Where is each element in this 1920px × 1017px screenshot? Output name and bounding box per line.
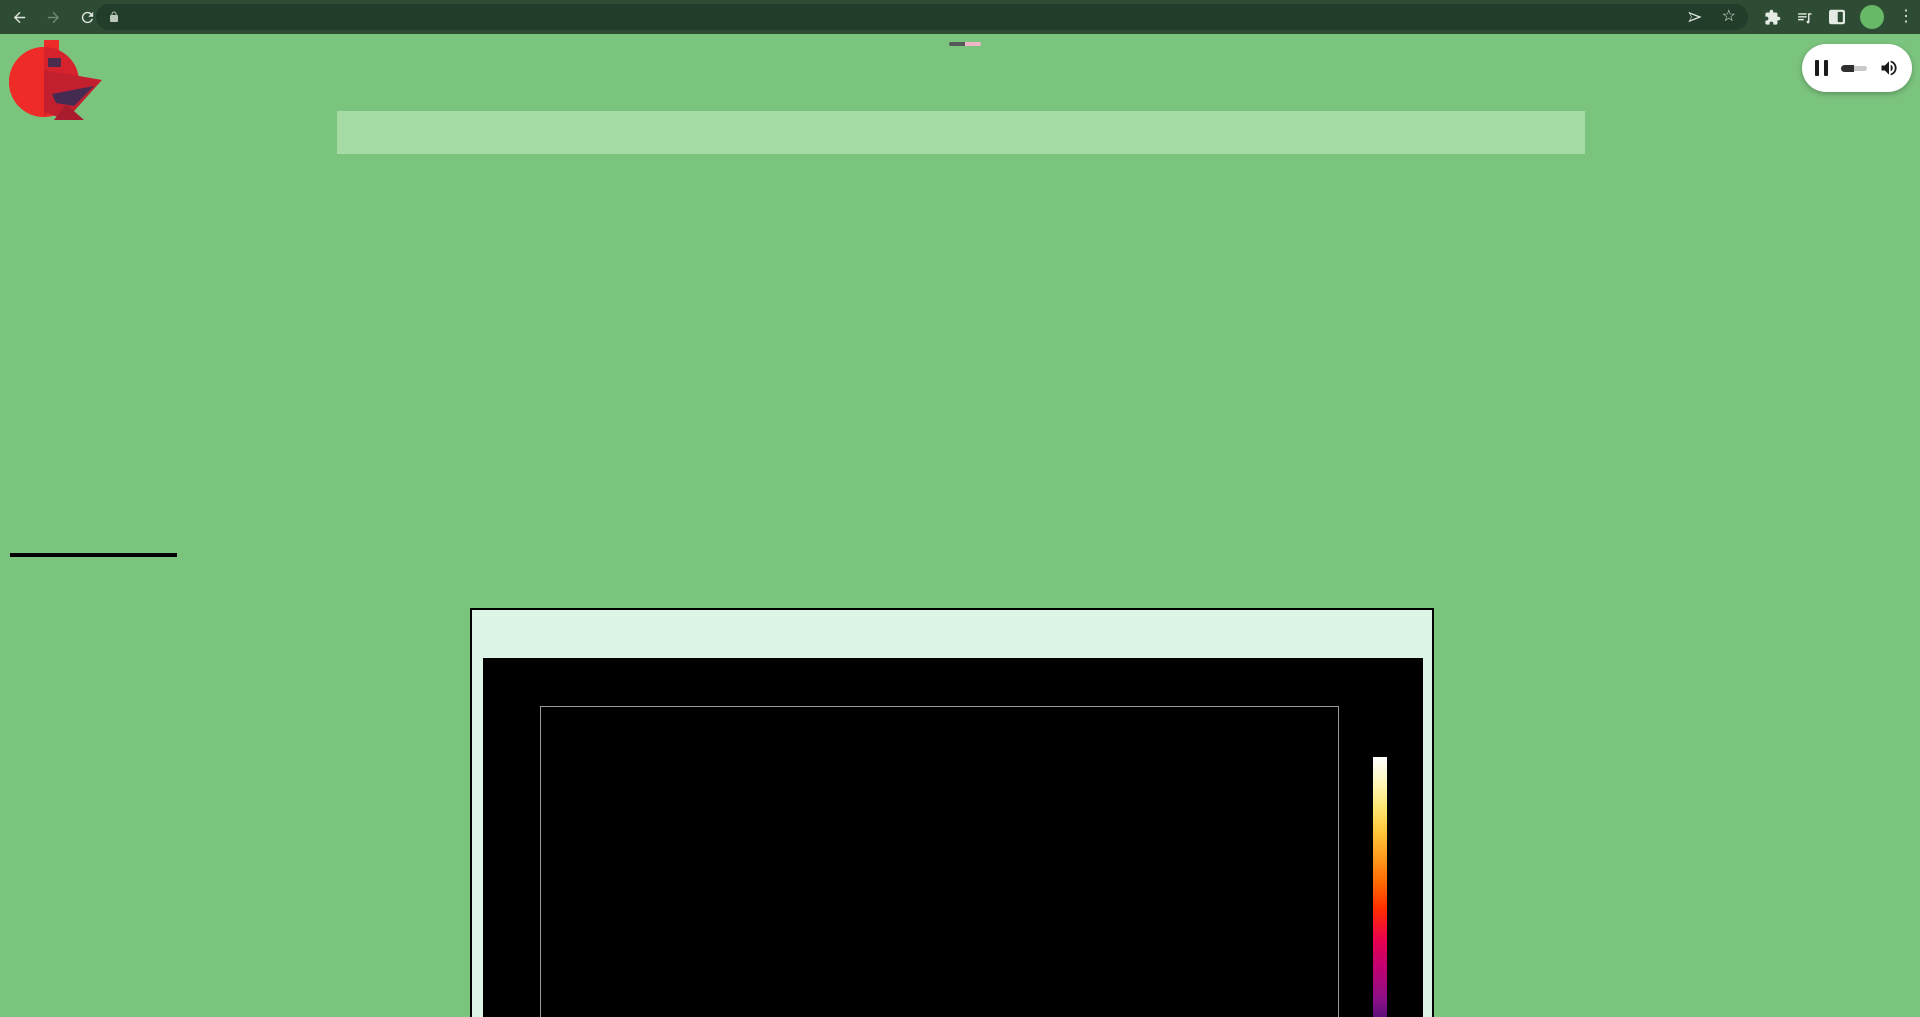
birdnetpi-logo [8,40,102,120]
forward-arrow-icon [45,9,62,26]
version-value [965,42,981,46]
detection-species-line [472,617,1432,635]
version-badge [949,42,981,46]
send-icon[interactable] [1686,8,1704,26]
browser-actions: ⋮ [1764,0,1914,34]
extensions-puzzle-icon[interactable] [1764,9,1781,26]
main-nav [337,111,1585,154]
version-label [949,42,965,46]
spectrogram-colorbar [1373,757,1387,1017]
browser-menu-icon[interactable]: ⋮ [1898,12,1914,22]
reload-icon [79,9,96,26]
seek-slider[interactable] [1841,65,1867,72]
lock-icon [108,10,120,24]
profile-avatar[interactable] [1860,5,1884,29]
browser-back-button[interactable] [4,4,34,30]
bookmark-star-icon[interactable]: ☆ [1722,9,1736,25]
media-controls-icon[interactable] [1795,9,1814,26]
pause-button[interactable] [1815,60,1828,76]
spectrogram-image [483,658,1423,1017]
url-bar[interactable]: ☆ [96,4,1748,30]
audio-player-overlay [1802,44,1912,92]
side-panel-icon[interactable] [1828,9,1846,25]
browser-forward-button[interactable] [38,4,68,30]
stats-table [10,553,177,557]
page-header [0,42,1920,46]
back-arrow-icon [11,9,28,26]
volume-icon[interactable] [1879,58,1899,78]
browser-toolbar: ☆ ⋮ [0,0,1920,34]
spectrogram-plot-border [540,706,1339,1017]
